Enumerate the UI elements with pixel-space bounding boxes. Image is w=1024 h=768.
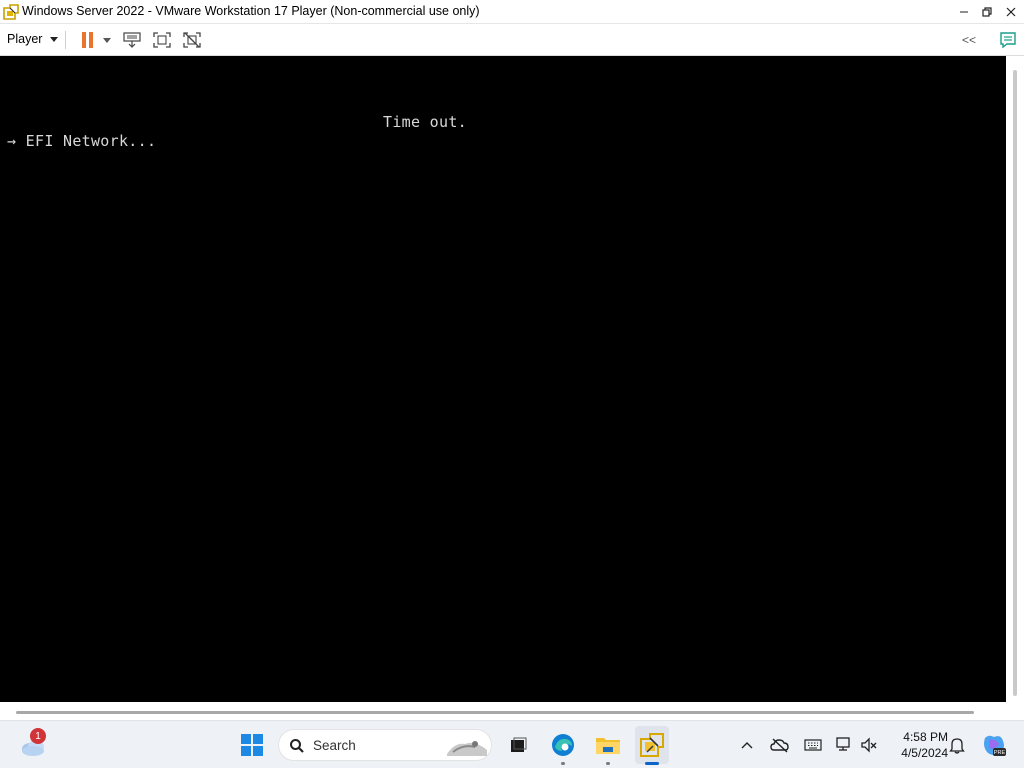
vmware-app-icon (3, 4, 19, 20)
volume-tray-button[interactable] (857, 733, 881, 757)
edge-running-indicator (561, 762, 565, 765)
search-icon (290, 739, 304, 753)
pause-button[interactable] (78, 29, 96, 51)
collapse-library-button[interactable]: << (958, 29, 980, 51)
fullscreen-button[interactable] (151, 29, 173, 51)
network-icon (836, 737, 850, 751)
start-button[interactable] (236, 729, 268, 761)
folder-icon (596, 738, 620, 754)
edge-browser-button[interactable] (547, 729, 579, 761)
windows-start-icon (241, 734, 263, 756)
vmware-taskbar-button[interactable] (635, 726, 669, 764)
message-log-icon (1000, 32, 1016, 49)
console-efi-network-text: → EFI Network... (7, 132, 157, 150)
collapse-label: << (961, 33, 976, 47)
network-tray-button[interactable] (832, 733, 856, 757)
horizontal-scrollbar[interactable] (16, 711, 974, 714)
file-explorer-button[interactable] (591, 729, 625, 761)
windows-taskbar: 1 Search 4:58 PM 4/5/2024 PRE (0, 720, 1024, 768)
send-keys-icon (123, 32, 141, 48)
close-button[interactable] (999, 0, 1023, 24)
taskbar-search-box[interactable]: Search (278, 729, 492, 761)
pause-icon (80, 32, 94, 48)
window-title: Windows Server 2022 - VMware Workstation… (22, 4, 480, 18)
player-menu[interactable]: Player (7, 32, 59, 46)
vmware-icon (640, 733, 664, 757)
onedrive-tray-button[interactable] (768, 734, 792, 756)
unity-icon (183, 32, 201, 48)
search-placeholder: Search (313, 738, 356, 753)
notifications-button[interactable] (945, 733, 969, 757)
unity-button[interactable] (181, 29, 203, 51)
send-ctrl-alt-del-button[interactable] (121, 29, 143, 51)
vmware-active-indicator (645, 762, 659, 765)
bell-icon (949, 738, 965, 754)
weather-badge: 1 (30, 728, 46, 744)
restore-button[interactable] (975, 0, 999, 24)
copilot-icon: PRE (984, 735, 1006, 756)
task-view-button[interactable] (503, 729, 533, 761)
vm-console-screen[interactable]: Time out. → EFI Network... (0, 56, 1006, 702)
fullscreen-icon (153, 32, 171, 48)
clock-time: 4:58 PM (903, 730, 948, 744)
player-menu-label: Player (7, 32, 43, 46)
chevron-down-icon (50, 36, 59, 42)
power-options-dropdown[interactable] (100, 29, 114, 51)
message-log-button[interactable] (997, 29, 1019, 51)
toolbar-separator (65, 31, 66, 49)
edge-browser-icon (552, 734, 574, 756)
taskbar-clock[interactable]: 4:58 PM 4/5/2024 (880, 729, 948, 761)
chevron-up-icon (741, 742, 753, 749)
task-view-icon (511, 737, 527, 752)
touch-keyboard-button[interactable] (801, 734, 825, 756)
svg-text:PRE: PRE (994, 750, 1006, 756)
volume-muted-icon (861, 737, 877, 753)
close-icon (1006, 7, 1016, 17)
show-hidden-icons-button[interactable] (737, 735, 757, 755)
chevron-down-icon (103, 37, 111, 43)
minimize-button[interactable] (952, 0, 976, 24)
title-bar: Windows Server 2022 - VMware Workstation… (0, 0, 1024, 24)
toolbar: Player << (0, 24, 1024, 56)
search-highlight-icon (447, 741, 487, 756)
vmware-player-window: Windows Server 2022 - VMware Workstation… (0, 0, 1024, 768)
cloud-offline-icon (770, 738, 789, 753)
horizontal-scroll-area (0, 702, 1024, 718)
keyboard-icon (804, 739, 822, 751)
explorer-running-indicator (606, 762, 610, 765)
clock-date: 4/5/2024 (901, 746, 948, 760)
minimize-icon (960, 11, 968, 13)
restore-icon (982, 7, 992, 17)
vertical-scrollbar[interactable] (1013, 70, 1017, 696)
weather-widget[interactable]: 1 (16, 728, 50, 761)
console-timeout-text: Time out. (383, 113, 467, 131)
copilot-preview-button[interactable]: PRE (978, 729, 1010, 761)
